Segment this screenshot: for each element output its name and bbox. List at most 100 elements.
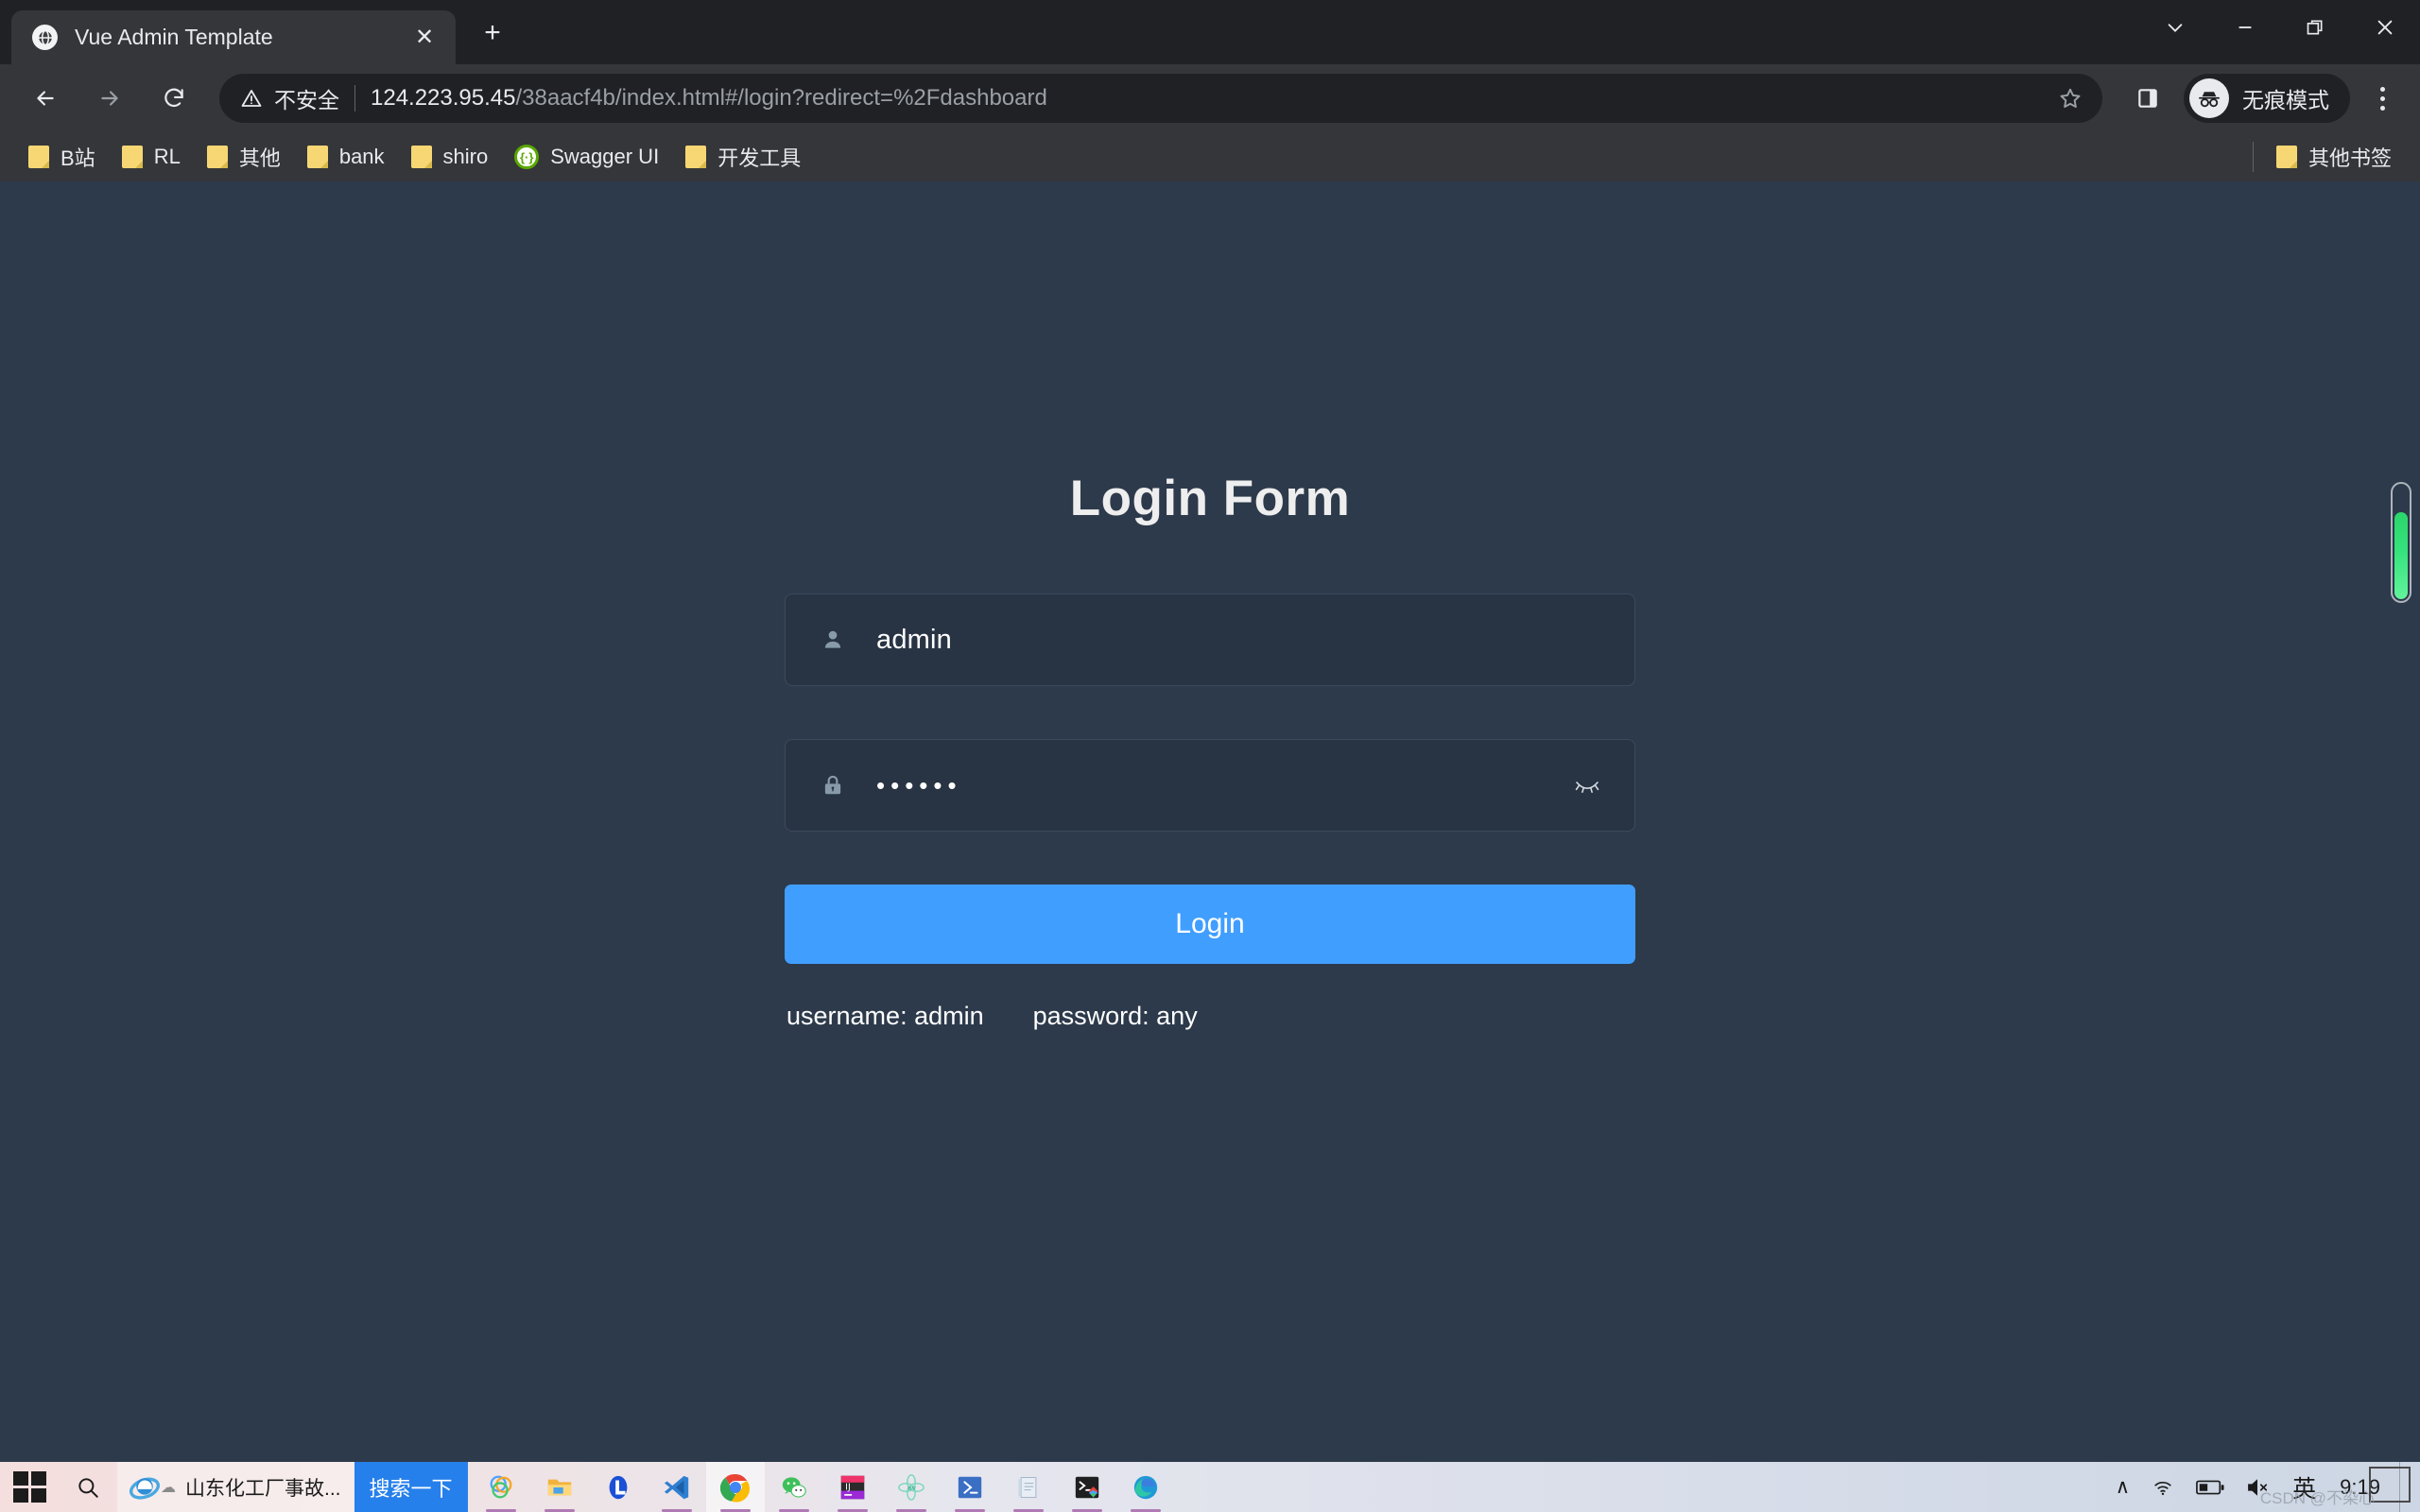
login-form: Login Form admin •••••• Login username: … <box>785 181 1635 1031</box>
folder-icon <box>121 146 143 168</box>
tray-overflow-icon[interactable]: ∧ <box>2105 1462 2140 1512</box>
password-field[interactable]: •••••• <box>785 739 1635 832</box>
widget-headline: 山东化工厂事故... <box>185 1477 341 1500</box>
tray-placeholder-box <box>2369 1467 2411 1503</box>
close-icon[interactable]: ✕ <box>408 22 441 54</box>
password-value: •••••• <box>876 770 962 799</box>
bookmark-label: Swagger UI <box>550 145 660 168</box>
login-hint: username: admin password: any <box>785 1002 1635 1031</box>
taskbar-app-notepad[interactable] <box>999 1462 1058 1512</box>
taskbar-app-lens[interactable] <box>589 1462 648 1512</box>
new-tab-button[interactable]: + <box>471 11 514 55</box>
bookmarks-bar-right: 其他书签 <box>2252 138 2405 176</box>
other-bookmarks-folder[interactable]: 其他书签 <box>2263 138 2405 176</box>
url-host: 124.223.95.45 <box>371 85 516 111</box>
taskbar-app-wechat[interactable] <box>765 1462 823 1512</box>
chrome-menu-icon[interactable] <box>2358 74 2407 123</box>
hint-password: password: any <box>1032 1002 1198 1030</box>
bookmark-swagger-ui[interactable]: {·} Swagger UI <box>501 138 672 176</box>
bookmark-devtools[interactable]: 开发工具 <box>672 138 814 176</box>
widget-search-button[interactable]: 搜索一下 <box>354 1462 468 1512</box>
user-icon <box>814 627 852 652</box>
battery-icon[interactable] <box>2186 1462 2235 1512</box>
folder-icon <box>206 146 228 168</box>
level-indicator-fill <box>2394 512 2408 599</box>
bookmark-rl[interactable]: RL <box>109 138 194 176</box>
not-secure-warning-icon[interactable] <box>240 87 263 110</box>
bookmark-label: 其他书签 <box>2308 146 2392 170</box>
globe-icon <box>32 25 58 50</box>
restore-button[interactable] <box>2280 0 2350 54</box>
taskbar-app-flower[interactable]: ev <box>882 1462 941 1512</box>
folder-icon <box>306 146 328 168</box>
svg-text:IJ: IJ <box>845 1482 851 1492</box>
tab-title: Vue Admin Template <box>75 25 273 49</box>
folder-icon <box>2275 146 2297 168</box>
url-text: 124.223.95.45/38aacf4b/index.html#/login… <box>371 85 2048 112</box>
bookmark-label: 其他 <box>238 146 281 170</box>
bookmark-shiro[interactable]: shiro <box>398 138 502 176</box>
username-value: admin <box>876 624 952 655</box>
security-label: 不安全 <box>274 88 339 112</box>
login-button[interactable]: Login <box>785 885 1635 964</box>
speaker-muted-icon[interactable] <box>2235 1462 2282 1512</box>
bookmark-label: 开发工具 <box>717 146 802 170</box>
back-icon[interactable] <box>19 72 72 125</box>
taskbar-apps: IJ ev <box>472 1462 1175 1512</box>
swagger-icon: {·} <box>514 145 540 169</box>
bookmark-label: RL <box>153 145 181 168</box>
incognito-label: 无痕模式 <box>2242 88 2329 112</box>
browser-toolbar: 不安全 124.223.95.45/38aacf4b/index.html#/l… <box>0 64 2420 132</box>
start-button[interactable] <box>0 1462 59 1512</box>
taskbar-search-button[interactable] <box>59 1462 117 1512</box>
username-field[interactable]: admin <box>785 593 1635 686</box>
tab-search-button[interactable] <box>2140 0 2210 54</box>
ime-indicator[interactable]: 英 <box>2282 1462 2326 1512</box>
bookmark-label: bank <box>338 145 385 168</box>
browser-window: Vue Admin Template ✕ + 不安全 124.223.95.45… <box>0 0 2420 1512</box>
bookmark-label: shiro <box>442 145 489 168</box>
windows-logo-icon <box>12 1471 46 1503</box>
omnibox-divider <box>354 85 355 112</box>
forward-icon[interactable] <box>83 72 136 125</box>
taskbar-app-vs-code[interactable] <box>648 1462 706 1512</box>
bookmark-bank[interactable]: bank <box>294 138 398 176</box>
lock-icon <box>814 773 852 798</box>
taskbar-app-google-chrome[interactable] <box>705 1462 765 1512</box>
level-indicator[interactable] <box>2391 482 2411 603</box>
page-title: Login Form <box>1069 471 1351 526</box>
taskbar-app-microsoft-edge[interactable] <box>1116 1462 1175 1512</box>
taskbar-app-browser[interactable] <box>472 1462 530 1512</box>
bookmark-label: B站 <box>60 146 95 170</box>
eye-closed-icon[interactable] <box>1568 766 1606 804</box>
folder-icon <box>28 146 49 168</box>
incognito-icon <box>2189 78 2229 118</box>
bookmark-star-icon[interactable] <box>2048 76 2093 121</box>
wifi-icon[interactable] <box>2140 1462 2186 1512</box>
bookmark-bzhan[interactable]: B站 <box>15 138 109 176</box>
bookmark-qita[interactable]: 其他 <box>194 138 294 176</box>
side-panel-icon[interactable] <box>2123 74 2172 123</box>
reload-icon[interactable] <box>147 72 200 125</box>
close-window-button[interactable] <box>2350 0 2420 54</box>
browser-tab[interactable]: Vue Admin Template ✕ <box>11 10 456 64</box>
taskbar-app-file-explorer[interactable] <box>530 1462 589 1512</box>
weather-icon: ☁ <box>161 1479 176 1496</box>
incognito-profile-pill[interactable]: 无痕模式 <box>2184 74 2350 123</box>
tab-strip: Vue Admin Template ✕ + <box>0 0 2420 64</box>
address-bar[interactable]: 不安全 124.223.95.45/38aacf4b/index.html#/l… <box>219 74 2102 123</box>
windows-taskbar: ☁ 山东化工厂事故... 搜索一下 IJ ev ∧ 英 9:19 CSDN @不… <box>0 1462 2420 1512</box>
window-controls <box>2140 0 2420 54</box>
bookmarks-divider <box>2252 142 2254 172</box>
taskbar-app-terminal[interactable] <box>1058 1462 1116 1512</box>
svg-text:ev: ev <box>908 1483 916 1491</box>
bookmarks-bar: B站 RL 其他 bank shiro {·} Swagger UI 开发工具 <box>0 132 2420 181</box>
folder-icon <box>685 146 707 168</box>
taskbar-app-powershell[interactable] <box>941 1462 999 1512</box>
taskbar-news-widget[interactable]: ☁ 山东化工厂事故... 搜索一下 <box>117 1462 468 1512</box>
folder-icon <box>410 146 432 168</box>
url-path: /38aacf4b/index.html#/login?redirect=%2F… <box>515 85 1047 111</box>
minimize-button[interactable] <box>2210 0 2280 54</box>
taskbar-app-intellij-idea[interactable]: IJ <box>823 1462 882 1512</box>
login-page: Login Form admin •••••• Login username: … <box>0 181 2420 1031</box>
